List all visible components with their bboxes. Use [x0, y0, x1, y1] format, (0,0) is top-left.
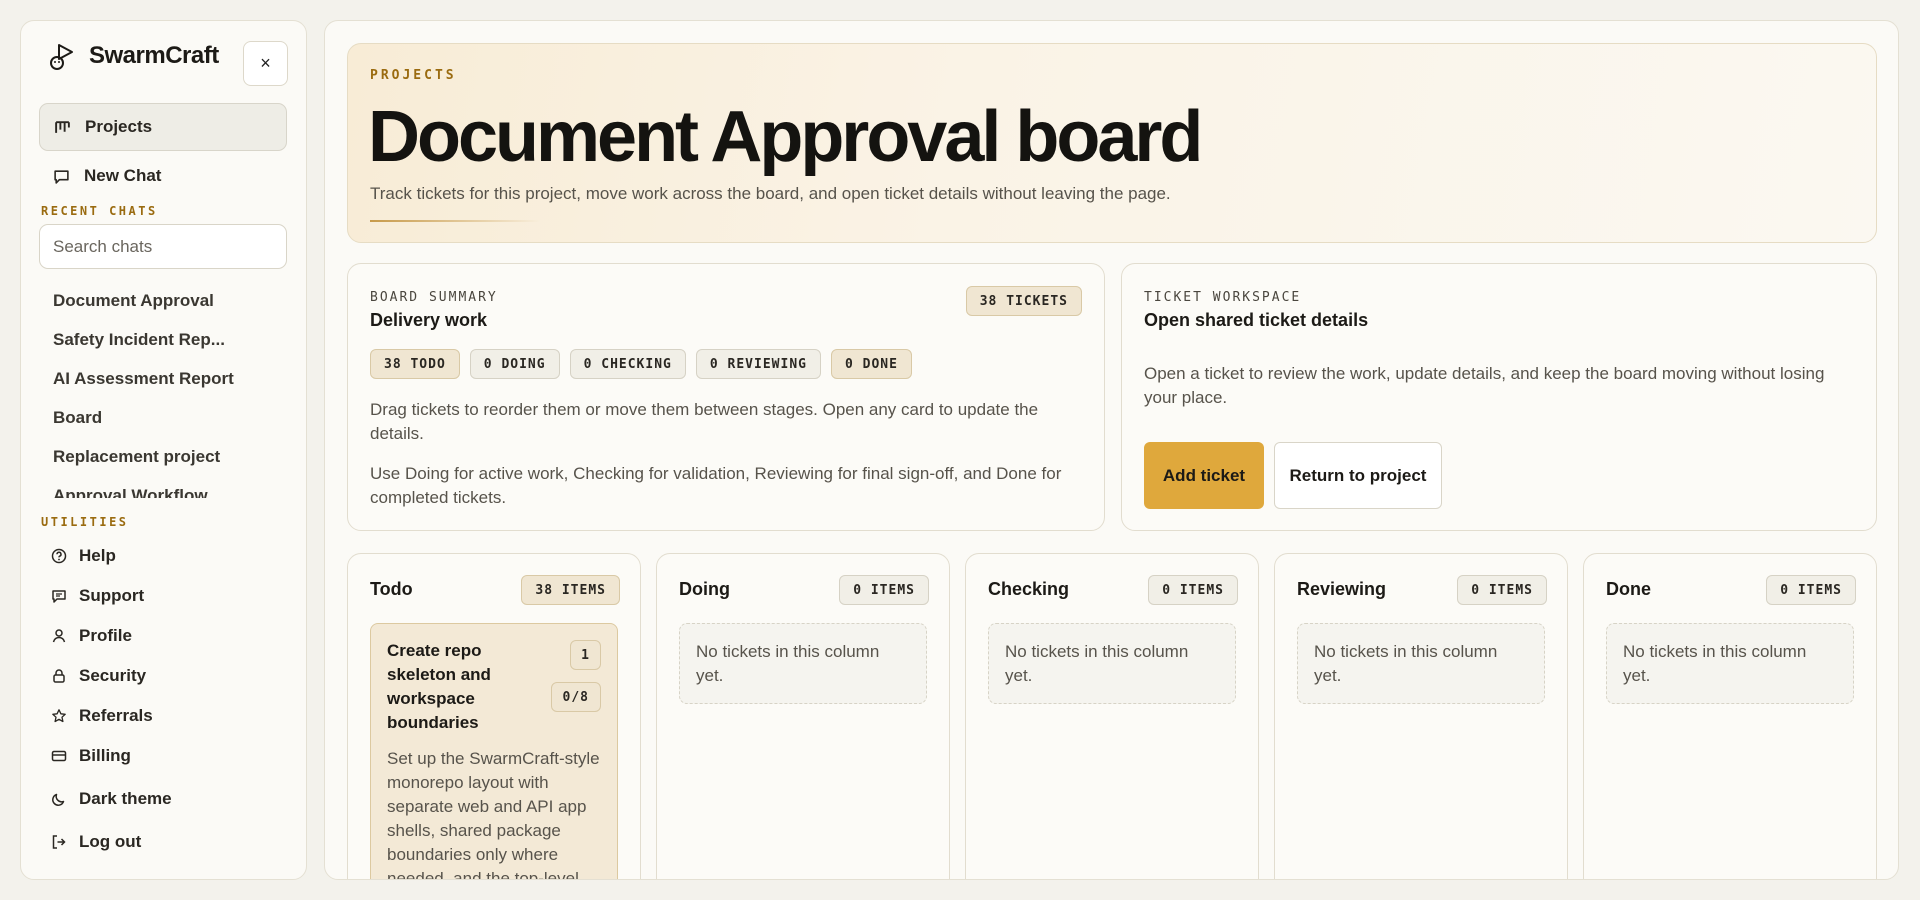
recent-chats-list[interactable]: Document Approval Safety Incident Rep...…	[39, 281, 287, 499]
chat-item[interactable]: Board	[39, 398, 287, 437]
ticket-number-badge: 1	[570, 640, 601, 670]
util-billing-label: Billing	[79, 746, 131, 765]
moon-icon	[52, 793, 65, 806]
ticket-workspace-title: Open shared ticket details	[1144, 310, 1369, 330]
stage-count-badge: 0 DONE	[830, 349, 912, 379]
column-checking: Checking 0 ITEMS No tickets in this colu…	[965, 553, 1259, 879]
empty-column-message: No tickets in this column yet.	[988, 623, 1236, 704]
column-todo: Todo 38 ITEMS Create repo skeleton and w…	[347, 553, 641, 880]
column-title: Checking	[988, 579, 1070, 599]
util-billing[interactable]: Billing	[39, 737, 287, 775]
ticket-workspace-text: Open a ticket to review the work, update…	[1144, 364, 1825, 407]
sidebar: SwarmCraft × Projects New Chat RECENT CH…	[20, 20, 307, 880]
chat-item[interactable]: AI Assessment Report	[39, 359, 287, 398]
summary-instructions: Drag tickets to reorder them or move the…	[370, 400, 1039, 443]
ticket-card[interactable]: Create repo skeleton and workspace bound…	[370, 623, 618, 880]
util-support[interactable]: Support	[39, 577, 287, 615]
ticket-workspace-label: TICKET WORKSPACE	[1144, 290, 1302, 305]
hero-divider	[370, 220, 540, 222]
stage-count-badge: 38 TODO	[370, 349, 460, 379]
column-done: Done 0 ITEMS No tickets in this column y…	[1583, 553, 1877, 879]
ticket-workspace-card: TICKET WORKSPACE Open shared ticket deta…	[1121, 263, 1877, 531]
ticket-description: Set up the SwarmCraft-style monorepo lay…	[387, 749, 600, 880]
stage-counts: 38 TODO 0 DOING 0 CHECKING 0 REVIEWING 0…	[370, 349, 912, 379]
util-support-label: Support	[79, 586, 145, 605]
search-chats-input[interactable]	[39, 224, 287, 269]
close-icon: ×	[260, 53, 271, 73]
util-dark-theme[interactable]: Dark theme	[39, 780, 287, 818]
lock-icon	[53, 669, 65, 683]
util-help[interactable]: Help	[39, 537, 287, 575]
main-panel: PROJECTS Document Approval board Track t…	[324, 20, 1899, 880]
hero-section-label: PROJECTS	[370, 68, 457, 83]
ticket-progress-badge: 0/8	[550, 682, 601, 712]
empty-column-message: No tickets in this column yet.	[1606, 623, 1854, 704]
chat-item[interactable]: Replacement project	[39, 437, 287, 476]
return-to-project-button[interactable]: Return to project	[1274, 442, 1442, 509]
util-referrals[interactable]: Referrals	[39, 697, 287, 735]
util-profile-label: Profile	[79, 626, 132, 645]
column-count-badge: 38 ITEMS	[521, 575, 620, 605]
board-icon	[55, 120, 70, 133]
column-count-badge: 0 ITEMS	[839, 575, 929, 605]
util-security[interactable]: Security	[39, 657, 287, 695]
stage-count-badge: 0 REVIEWING	[695, 349, 821, 379]
close-sidebar-button[interactable]: ×	[243, 41, 288, 86]
support-icon	[52, 590, 66, 603]
nav-new-chat-label: New Chat	[84, 166, 162, 185]
column-title: Done	[1606, 579, 1651, 599]
util-profile[interactable]: Profile	[39, 617, 287, 655]
column-count-badge: 0 ITEMS	[1148, 575, 1238, 605]
board-summary-title: Delivery work	[370, 310, 488, 330]
page-subtitle: Track tickets for this project, move wor…	[370, 184, 1171, 203]
chat-icon	[54, 169, 69, 184]
util-log-out[interactable]: Log out	[39, 823, 287, 861]
util-log-out-label: Log out	[79, 832, 142, 851]
logout-icon	[52, 835, 66, 849]
brand[interactable]: SwarmCraft	[47, 41, 219, 71]
column-count-badge: 0 ITEMS	[1457, 575, 1547, 605]
nav-projects[interactable]: Projects	[39, 103, 287, 151]
tickets-count-badge: 38 TICKETS	[965, 286, 1082, 316]
recent-chats-label: RECENT CHATS	[41, 204, 158, 218]
add-ticket-button[interactable]: Add ticket	[1144, 442, 1264, 509]
nav-projects-label: Projects	[85, 117, 153, 136]
column-title: Todo	[370, 579, 413, 599]
chat-item[interactable]: Document Approval	[39, 281, 287, 320]
board-summary-label: BOARD SUMMARY	[370, 290, 498, 305]
profile-icon	[52, 629, 66, 643]
help-icon	[51, 548, 67, 564]
nav-new-chat[interactable]: New Chat	[39, 152, 287, 200]
stage-count-badge: 0 CHECKING	[569, 349, 686, 379]
column-reviewing: Reviewing 0 ITEMS No tickets in this col…	[1274, 553, 1568, 879]
summary-stage-guide: Use Doing for active work, Checking for …	[370, 464, 1062, 507]
ticket-title: Create repo skeleton and workspace bound…	[387, 641, 491, 732]
utilities-label: UTILITIES	[41, 515, 129, 529]
column-doing: Doing 0 ITEMS No tickets in this column …	[656, 553, 950, 879]
column-title: Doing	[679, 579, 730, 599]
card-icon	[51, 750, 67, 762]
page-title: Document Approval board	[368, 97, 1203, 177]
chat-item[interactable]: Approval Workflow	[39, 476, 287, 499]
column-title: Reviewing	[1297, 579, 1387, 599]
util-dark-theme-label: Dark theme	[79, 789, 172, 808]
chat-item[interactable]: Safety Incident Rep...	[39, 320, 287, 359]
board-summary-card: BOARD SUMMARY Delivery work 38 TICKETS 3…	[347, 263, 1105, 531]
column-count-badge: 0 ITEMS	[1766, 575, 1856, 605]
empty-column-message: No tickets in this column yet.	[679, 623, 927, 704]
stage-count-badge: 0 DOING	[469, 349, 560, 379]
app-name: SwarmCraft	[89, 42, 219, 69]
hero-banner: PROJECTS Document Approval board Track t…	[347, 43, 1877, 243]
util-referrals-label: Referrals	[79, 706, 153, 725]
swarmcraft-logo-icon	[50, 44, 73, 70]
util-security-label: Security	[79, 666, 147, 685]
empty-column-message: No tickets in this column yet.	[1297, 623, 1545, 704]
util-help-label: Help	[79, 546, 116, 565]
star-icon	[52, 709, 66, 723]
